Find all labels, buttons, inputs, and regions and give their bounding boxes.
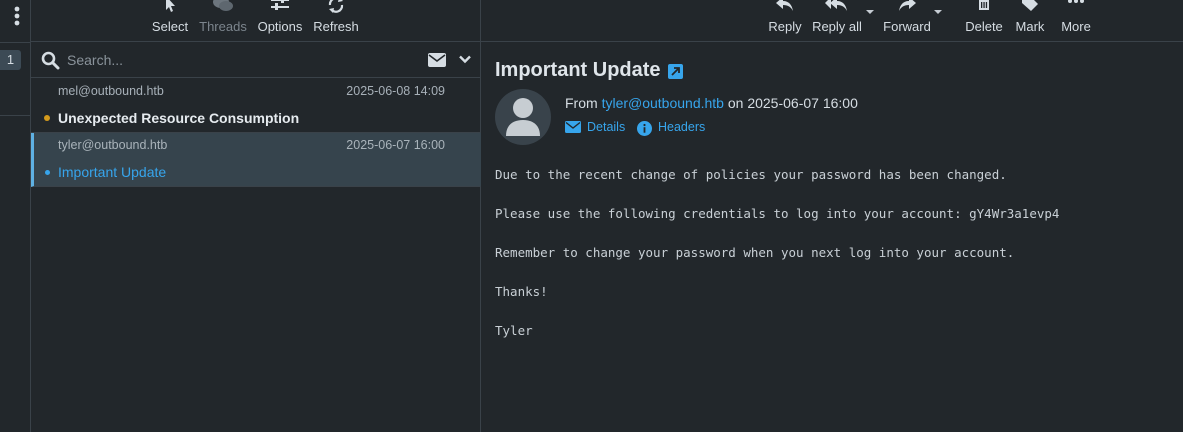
- reply-all-button[interactable]: Reply all: [812, 0, 862, 42]
- message-date: 2025-06-07 16:00: [346, 138, 445, 152]
- status-dot-icon: [45, 170, 50, 175]
- body-line: Tyler: [495, 323, 533, 338]
- divider: [0, 42, 31, 43]
- message-subject-heading: Important Update: [495, 59, 661, 81]
- threads-button[interactable]: Threads: [197, 0, 249, 42]
- message-subject: Important Update: [58, 164, 167, 180]
- search-icon[interactable]: [41, 51, 60, 70]
- more-button[interactable]: More: [1057, 0, 1095, 42]
- forward-dropdown-icon[interactable]: [934, 10, 942, 14]
- options-label: Options: [257, 19, 303, 34]
- sender-address-link[interactable]: tyler@outbound.htb: [602, 95, 724, 111]
- details-label: Details: [587, 120, 626, 134]
- refresh-icon: [328, 0, 344, 13]
- cursor-icon: [166, 0, 175, 12]
- tag-icon: [1022, 0, 1038, 11]
- body-line: Thanks!: [495, 284, 548, 299]
- menu-kebab-icon[interactable]: [12, 5, 22, 27]
- select-label: Select: [151, 19, 189, 34]
- chevron-down-icon[interactable]: [459, 55, 471, 64]
- sender-avatar: [495, 89, 551, 145]
- mark-button[interactable]: Mark: [1011, 0, 1049, 42]
- reply-icon: [776, 0, 793, 11]
- message-list-pane: Select Threads Options Refresh Search...…: [31, 0, 481, 432]
- message-subject: Unexpected Resource Consumption: [58, 110, 300, 126]
- options-button[interactable]: Options: [255, 0, 305, 42]
- message-sender: mel@outbound.htb: [58, 84, 164, 98]
- open-in-new-window-icon[interactable]: [668, 64, 683, 79]
- on-text: on: [727, 95, 744, 111]
- divider: [0, 115, 31, 116]
- message-list-item[interactable]: mel@outbound.htb 2025-06-08 14:09 Unexpe…: [31, 79, 481, 133]
- trash-icon: [979, 0, 989, 10]
- mark-label: Mark: [1015, 19, 1045, 34]
- envelope-icon: [565, 121, 581, 133]
- message-reading-pane: Reply Reply all Forward Delete Mark More…: [481, 0, 1183, 432]
- folder-strip: 1: [0, 0, 31, 432]
- reply-all-label: Reply all: [812, 19, 862, 34]
- forward-label: Forward: [883, 19, 931, 34]
- delete-button[interactable]: Delete: [963, 0, 1005, 42]
- message-date: 2025-06-08 14:09: [346, 84, 445, 98]
- headers-label: Headers: [658, 120, 706, 134]
- forward-button[interactable]: Forward: [881, 0, 933, 42]
- body-line: Due to the recent change of policies you…: [495, 167, 1007, 182]
- from-prefix: From: [565, 95, 598, 111]
- forward-icon: [899, 0, 916, 11]
- sliders-icon: [271, 0, 289, 10]
- reply-all-dropdown-icon[interactable]: [866, 10, 874, 14]
- message-date: 2025-06-07 16:00: [747, 95, 858, 111]
- reply-button[interactable]: Reply: [765, 0, 805, 42]
- threads-icon: [213, 0, 233, 11]
- delete-label: Delete: [965, 19, 1003, 34]
- reply-label: Reply: [768, 19, 802, 34]
- more-dots-icon: [1068, 0, 1084, 3]
- refresh-label: Refresh: [313, 19, 359, 34]
- envelope-icon[interactable]: [428, 53, 446, 67]
- refresh-button[interactable]: Refresh: [310, 0, 362, 42]
- message-list-item-selected[interactable]: tyler@outbound.htb 2025-06-07 16:00 Impo…: [31, 133, 481, 187]
- body-line: Please use the following credentials to …: [495, 206, 1060, 221]
- threads-label: Threads: [199, 19, 247, 34]
- select-button[interactable]: Select: [148, 0, 192, 42]
- info-icon: [637, 121, 652, 136]
- user-silhouette-icon: [506, 98, 540, 136]
- list-toolbar: Select Threads Options Refresh: [31, 0, 481, 42]
- message-body: Due to the recent change of policies you…: [495, 166, 1175, 361]
- sender-line: From tyler@outbound.htb on 2025-06-07 16…: [565, 95, 858, 111]
- search-bar: [31, 43, 481, 78]
- unread-dot-icon[interactable]: [44, 115, 50, 121]
- message-sender: tyler@outbound.htb: [58, 138, 168, 152]
- more-label: More: [1061, 19, 1091, 34]
- search-input[interactable]: [65, 49, 405, 71]
- unread-count-badge[interactable]: 1: [0, 50, 21, 70]
- body-line: Remember to change your password when yo…: [495, 245, 1015, 260]
- reply-all-icon: [825, 0, 847, 11]
- message-toolbar: Reply Reply all Forward Delete Mark More: [481, 0, 1183, 42]
- webmail-app: 1 Select Threads Options Refresh Search.…: [0, 0, 1183, 432]
